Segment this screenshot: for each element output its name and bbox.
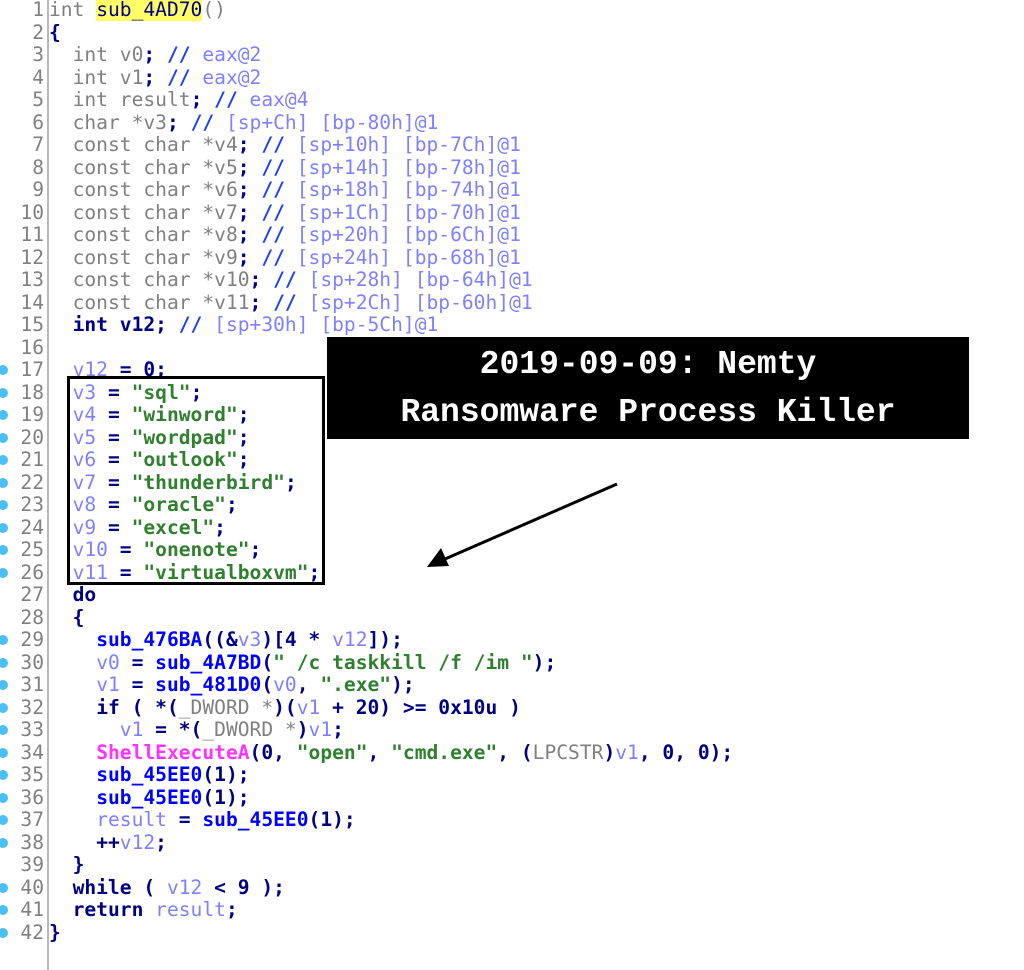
arrow-shaft bbox=[444, 482, 618, 561]
annotation-arrow-icon bbox=[427, 482, 618, 567]
